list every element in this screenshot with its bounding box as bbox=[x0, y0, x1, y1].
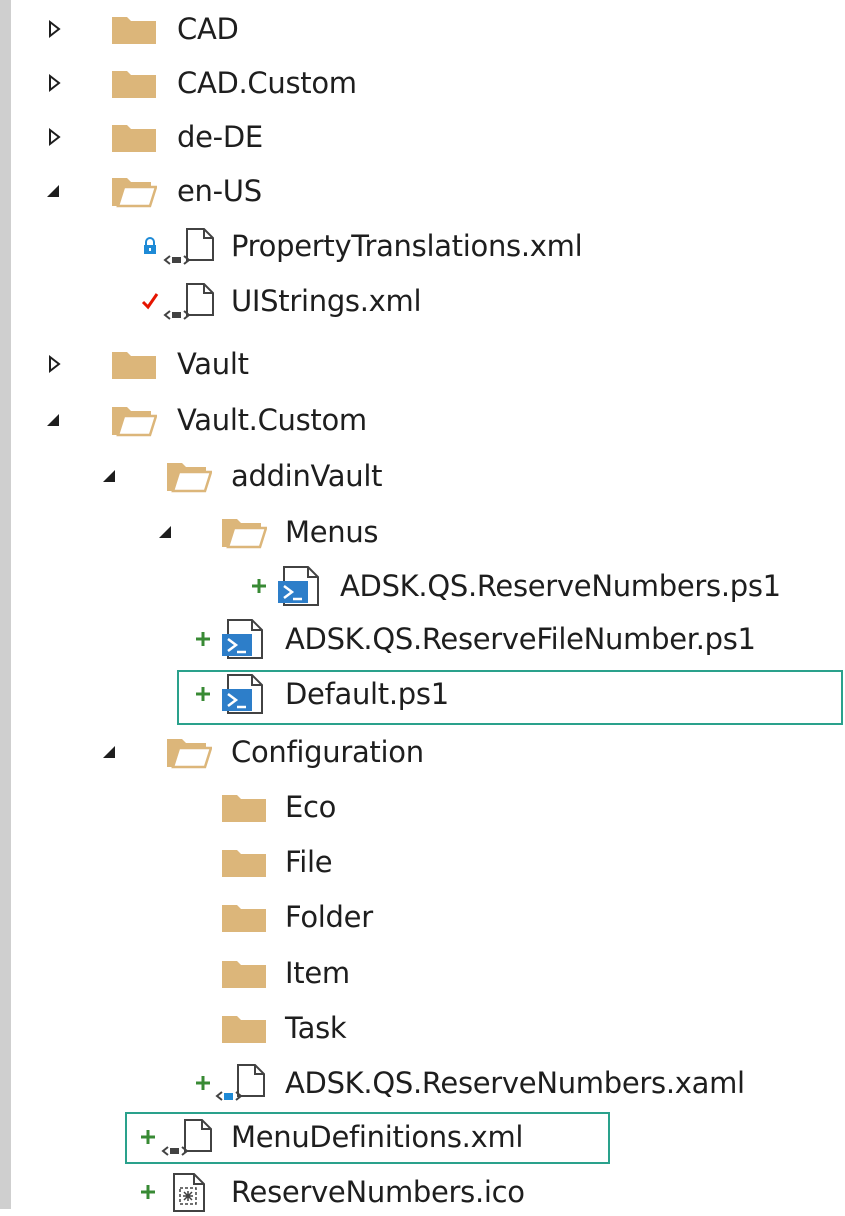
tree-item-cad-custom[interactable]: CAD.Custom bbox=[0, 59, 845, 107]
expand-arrow-icon[interactable] bbox=[44, 354, 64, 374]
folder-icon bbox=[222, 1016, 266, 1043]
expand-arrow-icon[interactable] bbox=[44, 127, 64, 147]
folder-icon bbox=[112, 125, 156, 152]
tree-item-label: MenuDefinitions.xml bbox=[231, 1120, 524, 1154]
tree-item-uistrings-xml[interactable]: UIStrings.xml bbox=[0, 277, 845, 325]
tree-item-label: ADSK.QS.ReserveFileNumber.ps1 bbox=[285, 622, 756, 656]
added-plus-icon bbox=[252, 579, 266, 593]
tree-item-label: CAD.Custom bbox=[177, 66, 357, 100]
tree-item-adsk-qs-reservefilenumber-ps1[interactable]: ADSK.QS.ReserveFileNumber.ps1 bbox=[0, 615, 845, 663]
powershell-file-icon bbox=[222, 674, 263, 714]
added-plus-icon bbox=[196, 687, 210, 701]
tree-item-label: ADSK.QS.ReserveNumbers.xaml bbox=[285, 1066, 745, 1100]
tree-item-label: Folder bbox=[285, 900, 373, 934]
folder-open-icon bbox=[167, 739, 212, 769]
tree-item-item[interactable]: Item bbox=[0, 949, 845, 997]
folder-icon bbox=[222, 961, 266, 988]
tree-item-adsk-qs-reservenumbers-ps1[interactable]: ADSK.QS.ReserveNumbers.ps1 bbox=[0, 562, 845, 610]
tree-item-label: PropertyTranslations.xml bbox=[231, 229, 583, 263]
collapse-arrow-icon[interactable] bbox=[100, 742, 120, 762]
folder-open-icon bbox=[167, 463, 212, 493]
tree-item-label: Menus bbox=[285, 515, 379, 549]
added-plus-icon bbox=[196, 1076, 210, 1090]
added-plus-icon bbox=[141, 1130, 155, 1144]
xml-file-icon bbox=[163, 228, 214, 265]
tree-item-label: de-DE bbox=[177, 120, 263, 154]
tree-item-en-us[interactable]: en-US bbox=[0, 167, 845, 215]
tree-item-vault[interactable]: Vault bbox=[0, 340, 845, 388]
tree-item-label: Configuration bbox=[231, 735, 424, 769]
tree-item-menus[interactable]: Menus bbox=[0, 508, 845, 556]
powershell-file-icon bbox=[278, 566, 319, 606]
expand-arrow-icon[interactable] bbox=[44, 19, 64, 39]
tree-item-de-de[interactable]: de-DE bbox=[0, 113, 845, 161]
folder-icon bbox=[112, 71, 156, 98]
xml-file-icon bbox=[161, 1119, 212, 1156]
tree-item-label: addinVault bbox=[231, 459, 383, 493]
xaml-file-icon bbox=[215, 1064, 265, 1101]
expand-arrow-icon[interactable] bbox=[44, 73, 64, 93]
tree-item-vault-custom[interactable]: Vault.Custom bbox=[0, 396, 845, 444]
folder-icon bbox=[222, 850, 266, 877]
tree-item-eco[interactable]: Eco bbox=[0, 783, 845, 831]
folder-icon bbox=[112, 352, 156, 379]
checked-out-check-icon bbox=[141, 293, 159, 310]
collapse-arrow-icon[interactable] bbox=[44, 410, 64, 430]
tree-item-adsk-qs-reservenumbers-xaml[interactable]: ADSK.QS.ReserveNumbers.xaml bbox=[0, 1059, 845, 1107]
tree-item-propertytranslations-xml[interactable]: PropertyTranslations.xml bbox=[0, 222, 845, 270]
folder-icon bbox=[112, 17, 156, 44]
folder-icon bbox=[222, 795, 266, 822]
ico-file-icon bbox=[173, 1173, 205, 1212]
folder-open-icon bbox=[222, 519, 267, 549]
tree-item-file[interactable]: File bbox=[0, 838, 845, 886]
tree-item-label: Vault bbox=[177, 347, 249, 381]
added-plus-icon bbox=[196, 632, 210, 646]
powershell-file-icon bbox=[222, 619, 263, 659]
tree-item-label: Task bbox=[285, 1011, 347, 1045]
folder-open-icon bbox=[112, 407, 157, 437]
lock-icon bbox=[144, 237, 156, 254]
tree-item-label: CAD bbox=[177, 12, 239, 46]
tree-item-label: Default.ps1 bbox=[285, 677, 449, 711]
tree-item-label: File bbox=[285, 845, 333, 879]
collapse-arrow-icon[interactable] bbox=[44, 181, 64, 201]
folder-icon bbox=[222, 905, 266, 932]
tree-item-label: ADSK.QS.ReserveNumbers.ps1 bbox=[340, 569, 781, 603]
tree-item-label: en-US bbox=[177, 174, 262, 208]
added-plus-icon bbox=[141, 1185, 155, 1199]
tree-item-label: Item bbox=[285, 956, 350, 990]
tree-item-addinvault[interactable]: addinVault bbox=[0, 452, 845, 500]
tree-item-cad[interactable]: CAD bbox=[0, 5, 845, 53]
collapse-arrow-icon[interactable] bbox=[100, 466, 120, 486]
folder-open-icon bbox=[112, 178, 157, 208]
solution-explorer-tree: CAD CAD.Custom de-DE en-US PropertyTrans… bbox=[0, 0, 845, 1212]
tree-item-label: Vault.Custom bbox=[177, 403, 367, 437]
tree-item-label: UIStrings.xml bbox=[231, 284, 422, 318]
tree-item-default-ps1[interactable]: Default.ps1 bbox=[0, 670, 845, 718]
tree-item-configuration[interactable]: Configuration bbox=[0, 728, 845, 776]
xml-file-icon bbox=[163, 283, 214, 320]
tree-item-task[interactable]: Task bbox=[0, 1004, 845, 1052]
collapse-arrow-icon[interactable] bbox=[156, 522, 176, 542]
tree-item-menudefinitions-xml[interactable]: MenuDefinitions.xml bbox=[0, 1113, 845, 1161]
tree-item-folder[interactable]: Folder bbox=[0, 893, 845, 941]
tree-item-label: ReserveNumbers.ico bbox=[231, 1175, 525, 1209]
tree-item-label: Eco bbox=[285, 790, 337, 824]
